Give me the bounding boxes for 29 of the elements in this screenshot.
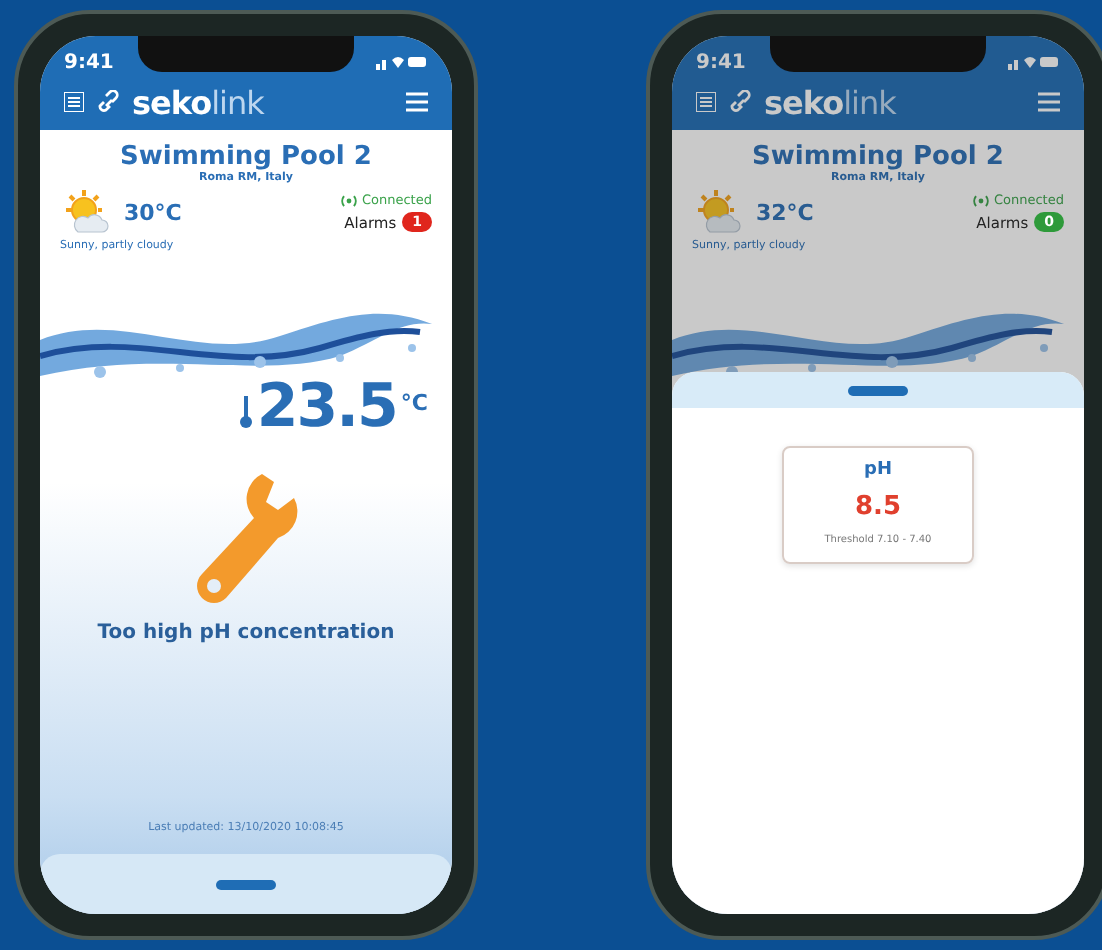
status-icons: [376, 54, 428, 70]
menu-icon[interactable]: [1038, 92, 1060, 112]
status-time: 9:41: [64, 51, 114, 73]
status-icons: [1008, 54, 1060, 70]
pool-name: Swimming Pool 2: [118, 142, 374, 172]
menu-icon[interactable]: [406, 92, 428, 112]
reading-title: pH: [864, 460, 892, 480]
water-temperature: 23.5: [256, 372, 397, 442]
pool-name: Swimming Pool 2: [750, 142, 1006, 172]
reading-value: 8.5: [854, 492, 902, 522]
list-icon[interactable]: [64, 92, 84, 112]
chain-link-icon: [728, 90, 752, 114]
list-icon[interactable]: [696, 92, 716, 112]
temperature-unit: °C: [400, 390, 428, 416]
signal-icon: [339, 193, 358, 207]
drag-handle[interactable]: [848, 385, 908, 395]
signal-icon: [971, 193, 990, 207]
wrench-icon: [194, 470, 298, 606]
drag-handle[interactable]: [216, 879, 276, 889]
thermometer-icon: [240, 396, 253, 428]
alert-message: Too high pH concentration: [95, 622, 397, 644]
weather-temperature: 32°C: [756, 199, 814, 225]
app-logo: sekolink: [132, 83, 264, 121]
status-time: 9:41: [696, 51, 746, 73]
sun-cloud-icon: [60, 188, 112, 236]
chain-link-icon: [96, 90, 120, 114]
app-logo: sekolink: [764, 83, 896, 121]
weather-temperature: 30°C: [124, 199, 182, 225]
sun-cloud-icon: [692, 188, 744, 236]
